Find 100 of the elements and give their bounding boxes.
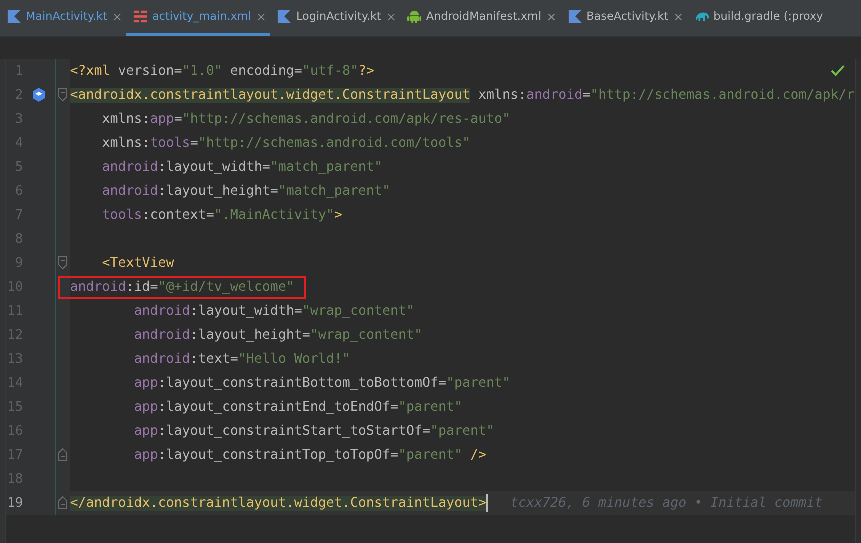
punctuation: = — [174, 112, 182, 126]
punctuation: : — [142, 112, 150, 126]
namespace-prefix: android — [133, 304, 190, 318]
punctuation: : — [158, 424, 166, 438]
punctuation: : — [158, 376, 166, 390]
close-tab-icon[interactable]: × — [546, 10, 557, 24]
punctuation: = — [206, 208, 214, 222]
punctuation: : — [158, 184, 166, 198]
punctuation: = — [294, 64, 302, 78]
xml-tag: <TextView — [70, 256, 174, 270]
punctuation: : — [518, 88, 527, 102]
line-number: 19 — [6, 496, 24, 510]
attribute-value: "utf-8" — [302, 64, 358, 78]
attribute-name: layout_constraintEnd_toEndOf — [166, 400, 390, 414]
attribute-value: "http://schemas.android.com/apk/r — [590, 88, 855, 102]
attribute-value: "match_parent" — [278, 184, 390, 198]
attribute-value: "@+id/tv_welcome" — [158, 280, 294, 294]
editor-tab[interactable]: LoginActivity.kt × — [270, 0, 400, 36]
punctuation: = — [230, 352, 238, 366]
punctuation: = — [262, 160, 270, 174]
fold-icon[interactable] — [58, 256, 68, 270]
punctuation: = — [190, 136, 198, 150]
editor-tab[interactable]: MainActivity.kt × — [0, 0, 126, 36]
attribute-name: layout_constraintStart_toStartOf — [166, 424, 422, 438]
editor-tab[interactable]: AndroidManifest.xml × — [400, 0, 561, 36]
close-tab-icon[interactable]: × — [112, 10, 122, 24]
attribute-name: xmlns — [477, 88, 519, 102]
namespace-prefix: android — [133, 328, 190, 342]
attribute-value: "wrap_content" — [310, 328, 422, 342]
fold-icon[interactable] — [58, 88, 68, 102]
attribute-value: "http://schemas.android.com/apk/res-auto" — [182, 112, 511, 126]
punctuation: : — [158, 448, 166, 462]
punctuation: : — [190, 304, 198, 318]
namespace-prefix: android — [133, 352, 190, 366]
punctuation: = — [390, 400, 398, 414]
attribute-value: "parent" — [446, 376, 511, 390]
namespace-prefix: app — [133, 424, 158, 438]
punctuation: = — [270, 184, 278, 198]
close-tab-icon[interactable]: × — [386, 10, 396, 24]
namespace-prefix: app — [133, 400, 158, 414]
namespace-prefix: android — [526, 88, 583, 102]
android-robot-icon — [407, 9, 422, 24]
attribute-value: "1.0" — [182, 64, 222, 78]
attribute-name: version — [118, 64, 174, 78]
kotlin-file-icon — [568, 9, 583, 24]
attribute-name: layout_constraintBottom_toBottomOf — [166, 376, 438, 390]
namespace-prefix: tools — [101, 208, 142, 222]
attribute-value: "Hello World!" — [238, 352, 350, 366]
xml-tag: </androidx.constraintlayout.widget.ConstraintLayout> — [70, 496, 486, 510]
attribute-name: text — [198, 352, 230, 366]
punctuation: = — [438, 376, 446, 390]
namespace-prefix: app — [133, 448, 158, 462]
attribute-value: "parent" — [430, 424, 495, 438]
namespace-prefix: android — [101, 184, 158, 198]
xml-tag: ?> — [358, 64, 374, 78]
punctuation: = — [582, 88, 591, 102]
xml-tag: > — [334, 208, 342, 222]
punctuation: = — [390, 448, 398, 462]
checkmark-icon[interactable] — [830, 65, 845, 77]
namespace-prefix: app — [150, 112, 174, 126]
attribute-name: context — [150, 208, 206, 222]
punctuation: : — [158, 160, 166, 174]
attribute-value: "match_parent" — [270, 160, 382, 174]
punctuation: = — [174, 64, 182, 78]
namespace-prefix: app — [133, 376, 158, 390]
punctuation: : — [190, 328, 198, 342]
cube-icon[interactable] — [31, 87, 48, 103]
close-tab-icon[interactable]: × — [674, 10, 684, 24]
attribute-value: "parent" — [398, 400, 462, 414]
attribute-name: xmlns — [101, 136, 142, 150]
punctuation: = — [302, 328, 310, 342]
punctuation: = — [422, 424, 430, 438]
attribute-value: "wrap_content" — [302, 304, 414, 318]
punctuation: = — [150, 280, 158, 294]
xml-tag: <androidx.constraintlayout.widget.ConstraintLayout — [70, 88, 470, 102]
xml-tag: /> — [462, 448, 487, 462]
attribute-value: ".MainActivity" — [214, 208, 334, 222]
attribute-name: layout_width — [198, 304, 294, 318]
namespace-prefix: android — [101, 160, 158, 174]
blame-annotation: tcxx726, 6 minutes ago • Initial commit — [510, 496, 823, 510]
attribute-value: "http://schemas.android.com/tools" — [198, 136, 471, 150]
fold-icon[interactable] — [58, 496, 68, 510]
attribute-name: xmlns — [101, 112, 142, 126]
punctuation: : — [142, 136, 150, 150]
punctuation: = — [294, 304, 302, 318]
close-tab-icon[interactable]: × — [256, 10, 266, 24]
punctuation: : — [190, 352, 198, 366]
namespace-prefix: android — [70, 280, 126, 294]
punctuation: : — [158, 400, 166, 414]
attribute-name: layout_width — [166, 160, 262, 174]
punctuation: : — [142, 208, 150, 222]
punctuation: : — [126, 280, 134, 294]
editor-tab[interactable]: build.gradle (:proxy — [688, 0, 828, 36]
editor-tab[interactable]: BaseActivity.kt × — [560, 0, 688, 36]
xml-tag: <?xml — [70, 64, 118, 78]
kotlin-file-icon — [7, 9, 22, 24]
attribute-name: layout_constraintTop_toTopOf — [166, 448, 390, 462]
fold-icon[interactable] — [58, 448, 68, 462]
attribute-name: layout_height — [198, 328, 302, 342]
attribute-name: id — [134, 280, 150, 294]
